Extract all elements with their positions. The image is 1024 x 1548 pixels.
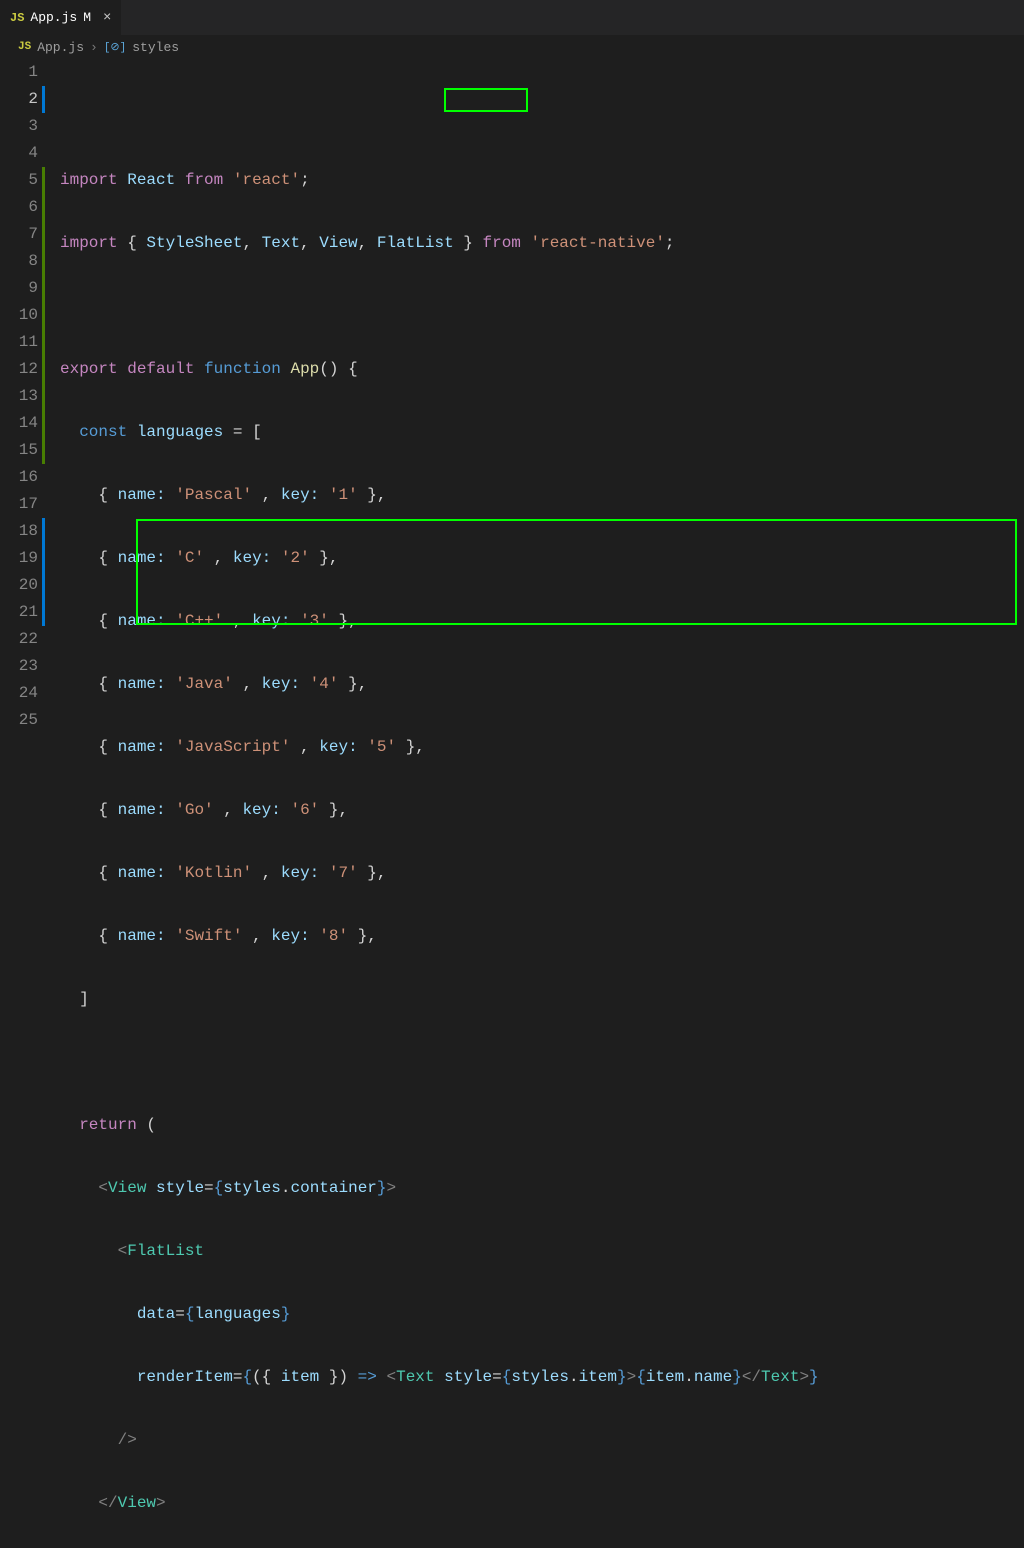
line-number: 13 [0,383,38,410]
line-number: 22 [0,626,38,653]
breadcrumb: JS App.js › [⊘] styles [0,35,1024,59]
line-number: 16 [0,464,38,491]
code-line: { name: 'JavaScript' , key: '5' }, [60,734,1024,761]
line-number: 23 [0,653,38,680]
code-line: const languages = [ [60,419,1024,446]
line-number: 24 [0,680,38,707]
code-line: <View style={styles.container}> [60,1175,1024,1202]
code-line: { name: 'Pascal' , key: '1' }, [60,482,1024,509]
line-number: 10 [0,302,38,329]
code-line: <FlatList [60,1238,1024,1265]
line-number: 1 [0,59,38,86]
code-line: renderItem={({ item }) => <Text style={s… [60,1364,1024,1391]
tab-bar: JS App.js M × [0,0,1024,35]
line-number: 14 [0,410,38,437]
code-line: export default function App() { [60,356,1024,383]
code-line: { name: 'Java' , key: '4' }, [60,671,1024,698]
line-number: 3 [0,113,38,140]
line-number: 25 [0,707,38,734]
code-line: { name: 'Swift' , key: '8' }, [60,923,1024,950]
symbol-icon: [⊘] [104,40,126,54]
line-number: 21 [0,599,38,626]
line-number: 12 [0,356,38,383]
code-line: { name: 'C++' , key: '3' }, [60,608,1024,635]
code-line: return ( [60,1112,1024,1139]
code-line: ] [60,986,1024,1013]
code-line: /> [60,1427,1024,1454]
line-number: 11 [0,329,38,356]
line-number: 5 [0,167,38,194]
line-number: 20 [0,572,38,599]
line-number: 15 [0,437,38,464]
line-number: 2 [0,86,38,113]
code-line: { name: 'Kotlin' , key: '7' }, [60,860,1024,887]
gutter-decoration [42,167,45,464]
code-line: { name: 'C' , key: '2' }, [60,545,1024,572]
js-icon: JS [18,41,31,53]
line-number: 17 [0,491,38,518]
code-line: { name: 'Go' , key: '6' }, [60,797,1024,824]
close-icon[interactable]: × [103,10,111,26]
code-line: data={languages} [60,1301,1024,1328]
tab-app-js[interactable]: JS App.js M × [0,0,122,35]
line-number: 8 [0,248,38,275]
tab-filename: App.js [30,10,77,25]
breadcrumb-file[interactable]: App.js [37,40,84,55]
code-line: </View> [60,1490,1024,1517]
line-number: 9 [0,275,38,302]
code-line: import React from 'react'; [60,167,1024,194]
line-number: 6 [0,194,38,221]
code-line [60,293,1024,320]
line-number: 19 [0,545,38,572]
js-icon: JS [10,11,24,25]
line-number: 18 [0,518,38,545]
code-area[interactable]: import React from 'react'; import { Styl… [60,59,1024,774]
code-editor[interactable]: 1 2 3 4 5 6 7 8 9 10 11 12 13 14 15 16 1… [0,59,1024,774]
gutter-decoration [42,518,45,626]
chevron-right-icon: › [90,40,98,55]
gutter-decoration [42,86,45,113]
breadcrumb-symbol[interactable]: styles [132,40,179,55]
code-line: import { StyleSheet, Text, View, FlatLis… [60,230,1024,257]
code-line [60,1049,1024,1076]
highlight-flatlist-import [444,88,528,112]
line-number: 7 [0,221,38,248]
line-number-gutter: 1 2 3 4 5 6 7 8 9 10 11 12 13 14 15 16 1… [0,59,60,774]
modified-indicator: M [83,10,91,25]
line-number: 4 [0,140,38,167]
